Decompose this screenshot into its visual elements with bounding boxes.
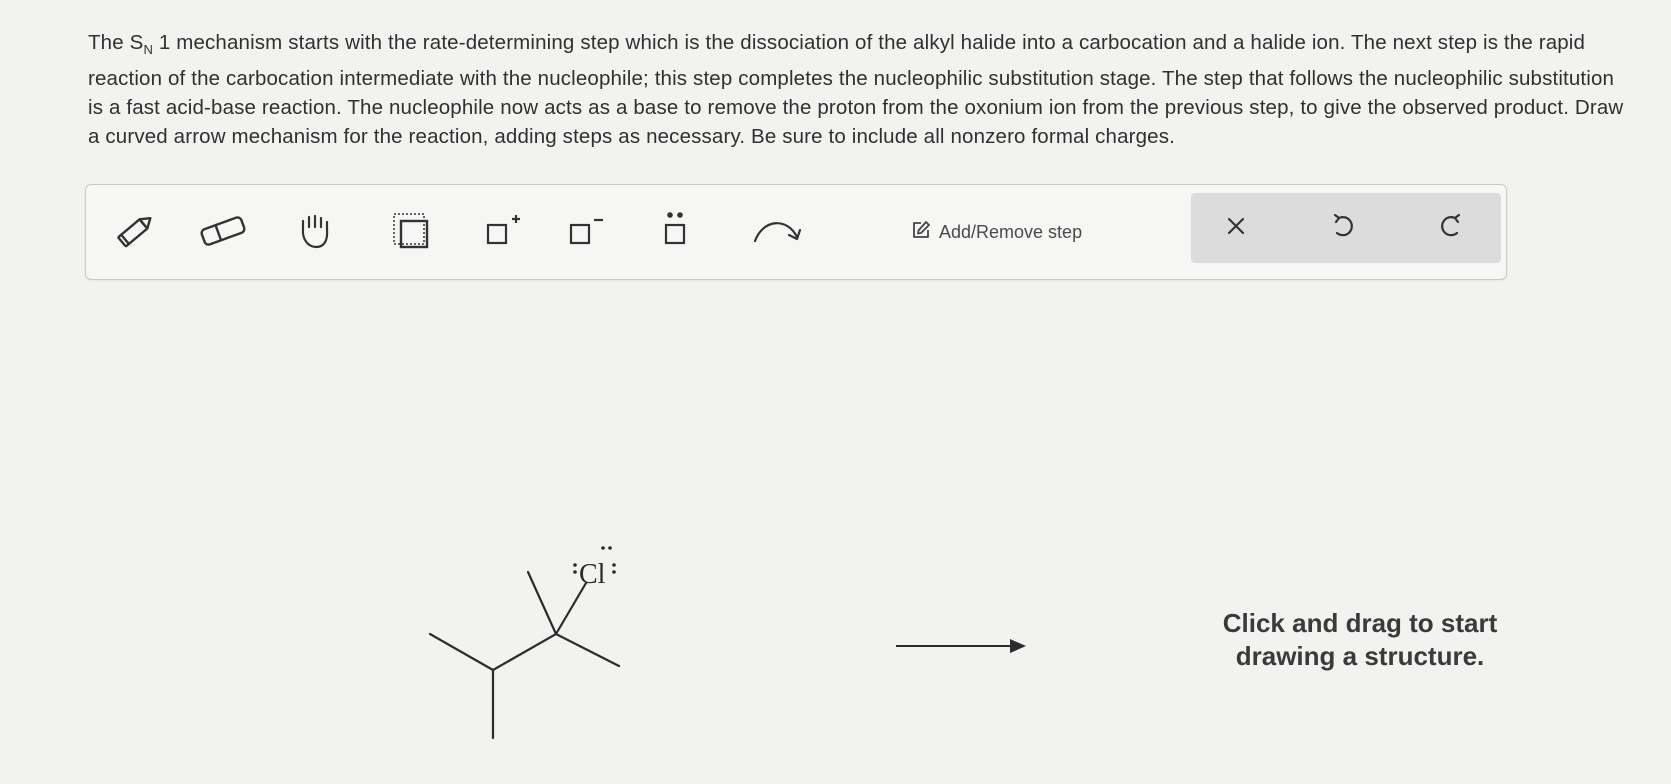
undo-button[interactable] bbox=[1318, 203, 1368, 253]
eraser-tool-button[interactable] bbox=[199, 207, 247, 255]
undo-icon bbox=[1330, 213, 1356, 244]
negative-charge-tool-button[interactable] bbox=[561, 207, 609, 255]
edit-icon bbox=[911, 220, 931, 245]
curved-arrow-icon bbox=[751, 213, 803, 249]
close-icon bbox=[1224, 214, 1248, 243]
selection-icon bbox=[391, 211, 431, 251]
clear-button[interactable] bbox=[1211, 203, 1261, 253]
starting-molecule bbox=[428, 570, 621, 740]
bond bbox=[554, 581, 588, 636]
reaction-arrow bbox=[896, 639, 1026, 653]
lone-pair-icon bbox=[655, 209, 695, 253]
positive-charge-icon bbox=[482, 211, 522, 251]
bond bbox=[554, 632, 621, 668]
pencil-tool-button[interactable] bbox=[111, 207, 159, 255]
drawing-toolbar: Add/Remove step bbox=[85, 184, 1507, 280]
bond bbox=[526, 570, 558, 636]
hand-icon bbox=[294, 209, 338, 253]
negative-charge-icon bbox=[565, 211, 605, 251]
action-button-group bbox=[1191, 193, 1501, 263]
chlorine-atom: Cl bbox=[573, 546, 616, 590]
pencil-icon bbox=[112, 208, 158, 254]
question-part-1: The S bbox=[88, 31, 144, 54]
select-tool-button[interactable] bbox=[387, 207, 435, 255]
eraser-icon bbox=[198, 211, 248, 251]
atom-label-cl: Cl bbox=[579, 559, 606, 590]
redo-button[interactable] bbox=[1426, 203, 1476, 253]
drawing-canvas[interactable]: Cl Click and drag to start drawing a str… bbox=[0, 285, 1671, 779]
bond bbox=[491, 632, 558, 672]
add-remove-step-button[interactable]: Add/Remove step bbox=[911, 213, 1082, 251]
redo-icon bbox=[1438, 213, 1464, 244]
question-subscript: N bbox=[143, 42, 153, 58]
lone-pair-tool-button[interactable] bbox=[651, 207, 699, 255]
question-part-2: 1 mechanism starts with the rate-determi… bbox=[88, 31, 1624, 149]
question-text: The SN 1 mechanism starts with the rate-… bbox=[88, 28, 1628, 151]
bond bbox=[428, 632, 495, 672]
add-remove-step-label: Add/Remove step bbox=[939, 221, 1083, 242]
reaction-scheme: Cl bbox=[428, 546, 1026, 740]
curved-arrow-tool-button[interactable] bbox=[751, 207, 803, 255]
canvas-hint: Click and drag to start drawing a struct… bbox=[1222, 608, 1498, 671]
positive-charge-tool-button[interactable] bbox=[478, 207, 526, 255]
hand-tool-button[interactable] bbox=[292, 207, 340, 255]
